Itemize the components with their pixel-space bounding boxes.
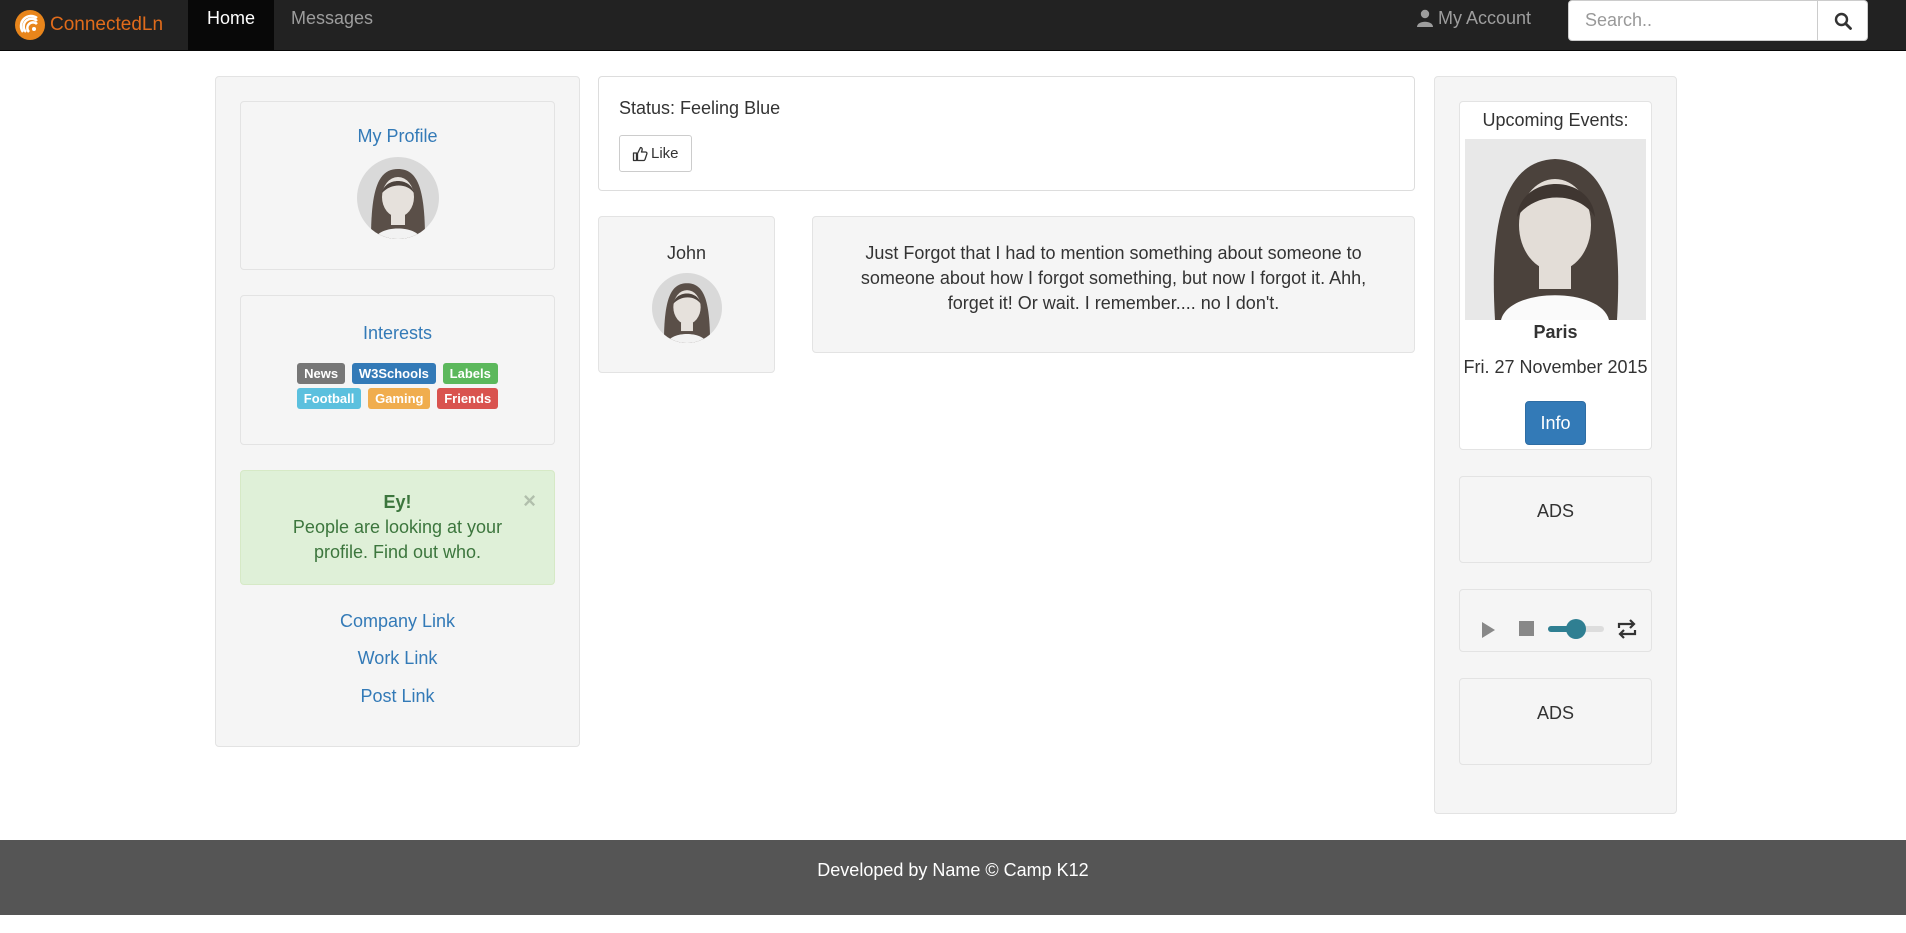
work-link[interactable]: Work Link: [240, 648, 555, 669]
tab-home[interactable]: Home: [188, 0, 275, 51]
like-label: Like: [651, 145, 679, 162]
info-button[interactable]: Info: [1525, 401, 1586, 445]
event-photo-image: [1465, 139, 1646, 320]
post-author-name: John: [666, 243, 707, 263]
stop-icon[interactable]: [1519, 621, 1534, 636]
alert-close-button[interactable]: ×: [523, 490, 536, 512]
repeat-icon[interactable]: [1615, 617, 1639, 641]
profile-avatar[interactable]: [356, 157, 439, 239]
label-gaming[interactable]: Gaming: [368, 388, 431, 409]
post-author-avatar[interactable]: [651, 273, 722, 343]
brand-name: ConnectedLn: [50, 14, 164, 35]
search-form: [1568, 0, 1868, 41]
alert-title: Ey!: [383, 492, 412, 512]
brand[interactable]: ConnectedLn: [14, 8, 163, 42]
post-author-card: John: [598, 216, 775, 373]
volume-slider[interactable]: [1548, 619, 1604, 639]
ads-box-1: ADS: [1459, 476, 1652, 563]
label-labels[interactable]: Labels: [442, 363, 498, 384]
profile-views-alert: × Ey! People are looking at your profile…: [240, 470, 555, 585]
event-city: Paris: [1533, 322, 1578, 342]
my-account-link[interactable]: My Account: [1416, 0, 1531, 36]
top-navbar: ConnectedLn Home Messages My Account: [0, 0, 1906, 51]
status-text: Status: Feeling Blue: [619, 98, 781, 118]
label-w3schools[interactable]: W3Schools: [351, 363, 436, 384]
user-icon: [1417, 9, 1433, 27]
profile-card: My Profile: [240, 101, 555, 270]
alert-message: People are looking at your profile. Find…: [292, 517, 503, 562]
search-input[interactable]: [1568, 0, 1818, 41]
upcoming-events-card: Upcoming Events: Paris Fri. 27 November …: [1459, 101, 1652, 450]
post-body-card: Just Forgot that I had to mention someth…: [812, 216, 1415, 353]
thumbs-up-icon: [632, 146, 648, 161]
event-image[interactable]: [1465, 139, 1646, 320]
post-text: Just Forgot that I had to mention someth…: [860, 243, 1367, 313]
tab-messages[interactable]: Messages: [272, 0, 392, 51]
audio-player: [1459, 589, 1652, 652]
search-icon: [1834, 12, 1852, 30]
label-news[interactable]: News: [297, 363, 346, 384]
like-button[interactable]: Like: [619, 135, 692, 172]
label-football[interactable]: Football: [296, 388, 362, 409]
profile-photo-image: [356, 157, 439, 239]
brand-logo-icon: [15, 10, 45, 40]
upcoming-events-title: Upcoming Events:: [1482, 110, 1629, 130]
volume-slider-thumb[interactable]: [1566, 619, 1586, 639]
footer-text: Developed by Name © Camp K12: [817, 860, 1089, 880]
ads-box-2: ADS: [1459, 678, 1652, 765]
post-link[interactable]: Post Link: [240, 686, 555, 707]
interests-card: Interests News W3Schools Labels Football…: [240, 295, 555, 445]
my-account-label: My Account: [1438, 8, 1532, 28]
footer: Developed by Name © Camp K12: [0, 840, 1906, 915]
interests-labels: News W3Schools Labels Football Gaming Fr…: [241, 360, 554, 410]
search-button[interactable]: [1818, 0, 1868, 41]
interests-title[interactable]: Interests: [241, 323, 554, 344]
company-link[interactable]: Company Link: [240, 611, 555, 632]
status-panel: Status: Feeling Blue Like: [598, 76, 1415, 191]
post-author-photo-image: [651, 273, 722, 343]
event-date: Fri. 27 November 2015: [1463, 357, 1648, 377]
info-label: Info: [1540, 412, 1571, 433]
my-profile-link[interactable]: My Profile: [241, 126, 554, 147]
ads-label-1: ADS: [1536, 501, 1574, 521]
ads-label-2: ADS: [1536, 703, 1574, 723]
play-icon[interactable]: [1480, 621, 1496, 639]
label-friends[interactable]: Friends: [437, 388, 499, 409]
